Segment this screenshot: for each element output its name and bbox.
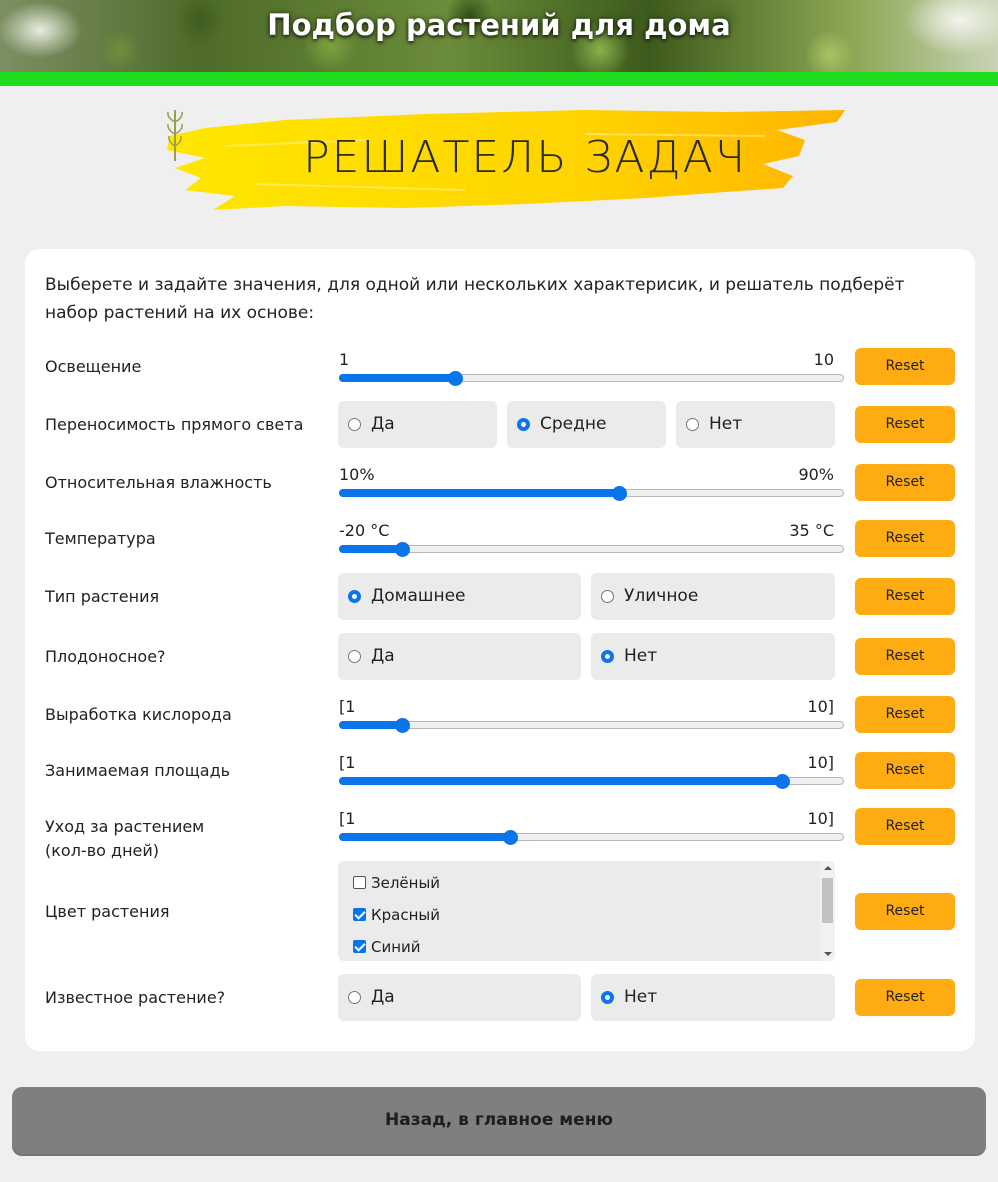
header-banner: Подбор растений для дома	[0, 0, 998, 72]
slider-max-label: 10]	[807, 753, 834, 772]
slider-track[interactable]	[339, 545, 844, 553]
oxygen-label: Выработка кислорода	[45, 705, 232, 724]
plant-type-label: Тип растения	[45, 587, 160, 606]
temperature-slider[interactable]: -20 °C 35 °C	[339, 521, 844, 561]
care-label: Уход за растением (кол-во дней)	[45, 815, 204, 863]
slider-thumb[interactable]	[448, 371, 463, 386]
care-label-line2: (кол-во дней)	[45, 841, 160, 860]
radio-button[interactable]	[601, 590, 614, 603]
care-reset-button[interactable]: Reset	[855, 808, 955, 845]
checkbox-checked[interactable]	[353, 908, 366, 921]
slider-min-label: 1	[339, 350, 350, 369]
radio-button[interactable]	[348, 650, 361, 663]
color-label: Цвет растения	[45, 902, 170, 921]
intro-text: Выберете и задайте значения, для одной и…	[45, 275, 905, 323]
header-divider	[0, 72, 998, 86]
plant-type-option-indoor[interactable]: Домашнее	[338, 573, 581, 620]
known-option-yes[interactable]: Да	[338, 974, 581, 1021]
lighting-slider[interactable]: 1 10	[339, 350, 844, 390]
slider-fill	[339, 374, 455, 382]
slider-min-label: [1	[339, 809, 356, 828]
slider-min-label: [1	[339, 753, 356, 772]
temperature-label: Температура	[45, 529, 156, 548]
slider-max-label: 10	[813, 350, 834, 369]
slider-max-label: 35 °C	[789, 521, 834, 540]
direct-light-reset-button[interactable]: Reset	[855, 406, 955, 443]
slider-thumb[interactable]	[775, 774, 790, 789]
direct-light-label: Переносимость прямого света	[45, 415, 304, 434]
humidity-label: Относительная влажность	[45, 473, 272, 492]
color-checkbox-list[interactable]: Зелёный Красный Синий	[338, 861, 835, 961]
slider-thumb[interactable]	[395, 542, 410, 557]
radio-button-selected[interactable]	[601, 650, 614, 663]
area-slider[interactable]: [1 10]	[339, 753, 844, 793]
checkbox[interactable]	[353, 876, 366, 889]
oxygen-slider[interactable]: [1 10]	[339, 697, 844, 737]
plant-type-reset-button[interactable]: Reset	[855, 578, 955, 615]
fruiting-option-no[interactable]: Нет	[591, 633, 835, 680]
slider-fill	[339, 489, 619, 497]
care-slider[interactable]: [1 10]	[339, 809, 844, 849]
humidity-slider[interactable]: 10% 90%	[339, 465, 844, 505]
radio-button-selected[interactable]	[601, 991, 614, 1004]
checkbox-checked[interactable]	[353, 940, 366, 953]
radio-button[interactable]	[348, 418, 361, 431]
slider-max-label: 10]	[807, 809, 834, 828]
humidity-reset-button[interactable]: Reset	[855, 464, 955, 501]
page-title: Подбор растений для дома	[267, 8, 731, 42]
slider-thumb[interactable]	[612, 486, 627, 501]
slider-min-label: 10%	[339, 465, 375, 484]
slider-min-label: [1	[339, 697, 356, 716]
scrollbar-thumb[interactable]	[822, 878, 833, 923]
lighting-label: Освещение	[45, 357, 142, 376]
care-label-line1: Уход за растением	[45, 817, 205, 836]
direct-light-option-no[interactable]: Нет	[676, 401, 835, 448]
known-plant-label: Известное растение?	[45, 988, 226, 1007]
lighting-reset-button[interactable]: Reset	[855, 348, 955, 385]
slider-fill	[339, 777, 782, 785]
slider-thumb[interactable]	[395, 718, 410, 733]
direct-light-option-medium[interactable]: Средне	[507, 401, 666, 448]
plant-type-option-outdoor[interactable]: Уличное	[591, 573, 835, 620]
slider-min-label: -20 °C	[339, 521, 390, 540]
slider-thumb[interactable]	[503, 830, 518, 845]
slider-track[interactable]	[339, 721, 844, 729]
slider-fill	[339, 833, 510, 841]
logo: РЕШАТЕЛЬ ЗАДАЧ	[165, 106, 855, 214]
area-reset-button[interactable]: Reset	[855, 752, 955, 789]
slider-max-label: 90%	[798, 465, 834, 484]
slider-max-label: 10]	[807, 697, 834, 716]
back-to-main-menu-button[interactable]: Назад, в главное меню	[12, 1087, 986, 1156]
scrollbar[interactable]	[820, 861, 835, 961]
known-option-no[interactable]: Нет	[591, 974, 835, 1021]
oxygen-reset-button[interactable]: Reset	[855, 696, 955, 733]
radio-button[interactable]	[686, 418, 699, 431]
area-label: Занимаемая площадь	[45, 761, 231, 780]
radio-button-selected[interactable]	[348, 590, 361, 603]
direct-light-option-yes[interactable]: Да	[338, 401, 497, 448]
fruiting-reset-button[interactable]: Reset	[855, 638, 955, 675]
slider-fill	[339, 545, 402, 553]
slider-fill	[339, 721, 402, 729]
fruiting-label: Плодоносное?	[45, 647, 166, 666]
scroll-down-arrow-icon[interactable]	[824, 952, 832, 956]
radio-button-selected[interactable]	[517, 418, 530, 431]
logo-text: РЕШАТЕЛЬ ЗАДАЧ	[303, 132, 747, 183]
scroll-up-arrow-icon[interactable]	[824, 866, 832, 870]
color-reset-button[interactable]: Reset	[855, 893, 955, 930]
known-reset-button[interactable]: Reset	[855, 979, 955, 1016]
temperature-reset-button[interactable]: Reset	[855, 520, 955, 557]
radio-button[interactable]	[348, 991, 361, 1004]
fruiting-option-yes[interactable]: Да	[338, 633, 581, 680]
